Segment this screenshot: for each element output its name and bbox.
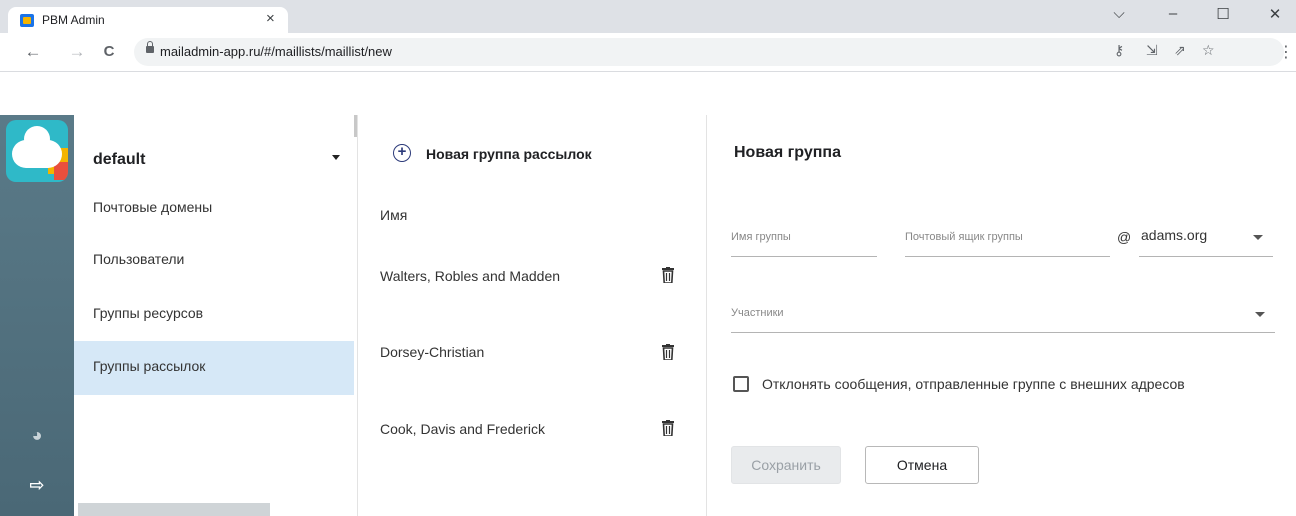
app-favicon-icon [20, 14, 34, 27]
app-logo-icon[interactable] [6, 120, 68, 182]
list-item[interactable]: Dorsey-Christian [380, 344, 484, 360]
trash-icon[interactable] [662, 344, 674, 360]
star-icon[interactable]: ☆ [1202, 42, 1215, 59]
key-icon[interactable]: ⚷ [1114, 42, 1124, 59]
reload-icon[interactable]: C [98, 43, 120, 60]
browser-tab[interactable]: PBM Admin × [8, 7, 288, 33]
url-text[interactable]: mailadmin-app.ru/#/maillists/maillist/ne… [160, 44, 392, 59]
add-circle-icon[interactable]: + [393, 144, 411, 162]
members-select[interactable]: Участники [731, 307, 784, 319]
list-item[interactable]: Walters, Robles and Madden [380, 268, 560, 284]
browser-toolbar: ← → C mailadmin-app.ru/#/maillists/maill… [0, 33, 1296, 72]
browser-titlebar: PBM Admin × ⌵ – ☐ ✕ [0, 0, 1296, 33]
app-root: ◕ ⇨ default Почтовые домены Пользователи… [0, 115, 1296, 516]
horizontal-scrollbar[interactable] [78, 503, 270, 516]
chevron-down-icon[interactable] [332, 155, 340, 160]
save-button[interactable]: Сохранить [731, 446, 841, 484]
tab-title: PBM Admin [42, 13, 105, 27]
sidebar-item-label: Группы рассылок [93, 358, 206, 374]
group-name-field[interactable]: Имя группы [731, 231, 791, 243]
reject-external-label[interactable]: Отклонять сообщения, отправленные группе… [762, 376, 1185, 392]
list-item[interactable]: Cook, Davis and Frederick [380, 421, 545, 437]
nav-rail: ◕ ⇨ [0, 115, 74, 516]
address-bar[interactable]: mailadmin-app.ru/#/maillists/maillist/ne… [134, 38, 1284, 66]
domain-underline [1139, 256, 1273, 257]
lock-icon[interactable] [146, 41, 154, 54]
domain-select[interactable]: adams.org [1141, 227, 1207, 243]
sidebar-item-label: Группы ресурсов [93, 305, 204, 321]
sidebar-item-mailing-groups[interactable]: Группы рассылок [74, 341, 354, 395]
back-icon[interactable]: ← [22, 42, 44, 62]
trash-icon[interactable] [662, 267, 674, 283]
logout-icon[interactable]: ⇨ [26, 475, 48, 496]
mailing-group-list: + Новая группа рассылок Имя Walters, Rob… [358, 115, 706, 516]
sidebar-item-label: Пользователи [93, 251, 185, 267]
group-name-underline [731, 256, 877, 257]
group-mailbox-underline [905, 256, 1110, 257]
new-group-form: Новая группа Имя группы Почтовый ящик гр… [707, 115, 1296, 516]
forward-icon[interactable]: → [66, 42, 88, 62]
sidebar-item-users[interactable]: Пользователи [74, 241, 354, 295]
sidebar-item-label: Почтовые домены [93, 199, 213, 215]
share-icon[interactable]: ⇗ [1174, 42, 1186, 59]
members-underline [731, 332, 1275, 333]
close-window-icon[interactable]: ✕ [1252, 5, 1296, 27]
globe-icon[interactable]: ◕ [26, 425, 48, 446]
domain-selector[interactable]: default [93, 151, 145, 169]
chevron-down-icon[interactable] [1253, 235, 1263, 240]
sidebar-item-mail-domains[interactable]: Почтовые домены [74, 189, 354, 243]
install-icon[interactable]: ⇲ [1146, 42, 1158, 59]
sidebar: default Почтовые домены Пользователи Гру… [74, 115, 358, 516]
form-title: Новая группа [734, 144, 841, 161]
maximize-icon[interactable]: ☐ [1200, 5, 1246, 27]
cancel-button[interactable]: Отмена [865, 446, 979, 484]
column-header-name: Имя [380, 207, 408, 223]
chevron-down-icon[interactable] [1255, 312, 1265, 317]
minimize-icon[interactable]: – [1150, 5, 1196, 27]
group-mailbox-field[interactable]: Почтовый ящик группы [905, 231, 1023, 243]
at-sign: @ [1117, 229, 1132, 245]
browser-menu-icon[interactable]: ⋮ [1278, 42, 1294, 62]
new-mailing-group-link[interactable]: Новая группа рассылок [426, 146, 592, 162]
trash-icon[interactable] [662, 420, 674, 436]
reject-external-checkbox[interactable] [733, 376, 749, 392]
tab-search-icon[interactable]: ⌵ [1096, 5, 1142, 27]
tab-close-icon[interactable]: × [266, 10, 275, 27]
